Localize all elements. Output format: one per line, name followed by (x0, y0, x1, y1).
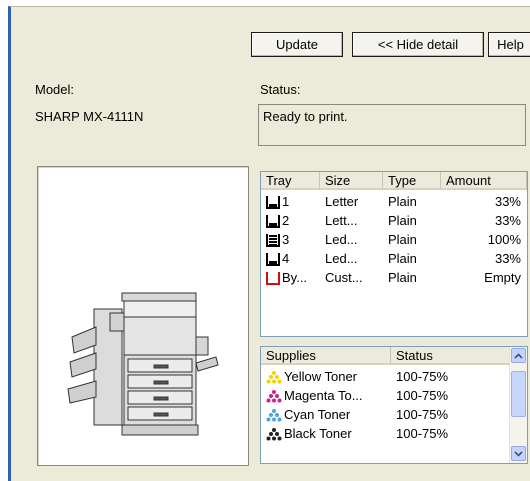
toner-dots-icon (266, 390, 282, 403)
scroll-down-button[interactable] (511, 446, 526, 461)
supply-name: Black Toner (284, 426, 352, 441)
tray-amount: 33% (494, 251, 521, 266)
tray-type: Plain (388, 194, 417, 209)
tray-amount: 33% (494, 213, 521, 228)
tray-size: Led... (325, 232, 358, 247)
tray-type: Plain (388, 251, 417, 266)
tray-size: Cust... (325, 270, 363, 285)
table-row[interactable]: 4 Led... Plain 33% (261, 250, 527, 268)
tray-type: Plain (388, 270, 417, 285)
tray-number: 2 (282, 213, 290, 228)
bypass-tray-empty-icon (266, 272, 280, 285)
printer-status-window: Update << Hide detail Help Model: SHARP … (8, 6, 530, 481)
supply-status: 100-75% (396, 426, 449, 441)
supplies-table[interactable]: Supplies Status Yellow Toner 100-75% Mag… (260, 346, 528, 464)
tray-size: Lett... (325, 213, 358, 228)
list-item[interactable]: Black Toner 100-75% (261, 425, 527, 443)
supply-name: Magenta To... (284, 388, 363, 403)
tray-number: By... (282, 270, 308, 285)
supply-status: 100-75% (396, 369, 449, 384)
supply-status: 100-75% (396, 388, 449, 403)
supplies-column-header[interactable]: Supplies (261, 347, 391, 365)
tray-amount: 100% (487, 232, 521, 247)
tray-partial-icon (266, 253, 280, 266)
supply-name: Cyan Toner (284, 407, 351, 422)
scroll-thumb[interactable] (511, 371, 526, 417)
scroll-up-button[interactable] (511, 348, 526, 363)
table-row[interactable]: 3 Led... Plain 100% (261, 231, 527, 249)
tray-number: 1 (282, 194, 290, 209)
size-column-header[interactable]: Size (320, 172, 383, 190)
toner-dots-icon (266, 409, 282, 422)
tray-partial-icon (266, 196, 280, 209)
hide-detail-button[interactable]: << Hide detail (352, 32, 484, 57)
tray-number: 4 (282, 251, 290, 266)
tray-number: 3 (282, 232, 290, 247)
tray-amount: 33% (494, 194, 521, 209)
table-row[interactable]: By... Cust... Plain Empty (261, 269, 527, 287)
amount-column-header[interactable]: Amount (441, 172, 527, 190)
supply-status: 100-75% (396, 407, 449, 422)
table-row[interactable]: 1 Letter Plain 33% (261, 193, 527, 211)
tray-column-header[interactable]: Tray (261, 172, 320, 190)
tray-size: Letter (325, 194, 359, 209)
tray-partial-icon (266, 215, 280, 228)
tray-table[interactable]: Tray Size Type Amount 1 Letter Plain 33%… (260, 171, 528, 337)
tray-amount: Empty (484, 270, 521, 285)
list-item[interactable]: Magenta To... 100-75% (261, 387, 527, 405)
update-button[interactable]: Update (251, 32, 343, 57)
model-value: SHARP MX-4111N (35, 109, 144, 124)
toner-dots-icon (266, 428, 282, 441)
status-field: Ready to print. (258, 104, 526, 146)
chevron-down-icon (514, 450, 523, 457)
list-item[interactable]: Cyan Toner 100-75% (261, 406, 527, 424)
tray-size: Led... (325, 251, 358, 266)
supply-name: Yellow Toner (284, 369, 357, 384)
tray-full-icon (266, 234, 280, 247)
printer-image-panel (37, 166, 249, 466)
supply-status-column-header[interactable]: Status (391, 347, 510, 365)
help-button[interactable]: Help (488, 32, 530, 57)
toner-dots-icon (266, 371, 282, 384)
table-row[interactable]: 2 Lett... Plain 33% (261, 212, 527, 230)
list-item[interactable]: Yellow Toner 100-75% (261, 368, 527, 386)
chevron-up-icon (514, 352, 523, 359)
status-text: Ready to print. (263, 109, 348, 124)
tray-type: Plain (388, 232, 417, 247)
copier-image (67, 292, 219, 436)
type-column-header[interactable]: Type (383, 172, 441, 190)
supplies-scrollbar[interactable] (509, 347, 527, 463)
tray-type: Plain (388, 213, 417, 228)
status-label: Status: (260, 82, 301, 97)
model-label: Model: (35, 82, 75, 97)
